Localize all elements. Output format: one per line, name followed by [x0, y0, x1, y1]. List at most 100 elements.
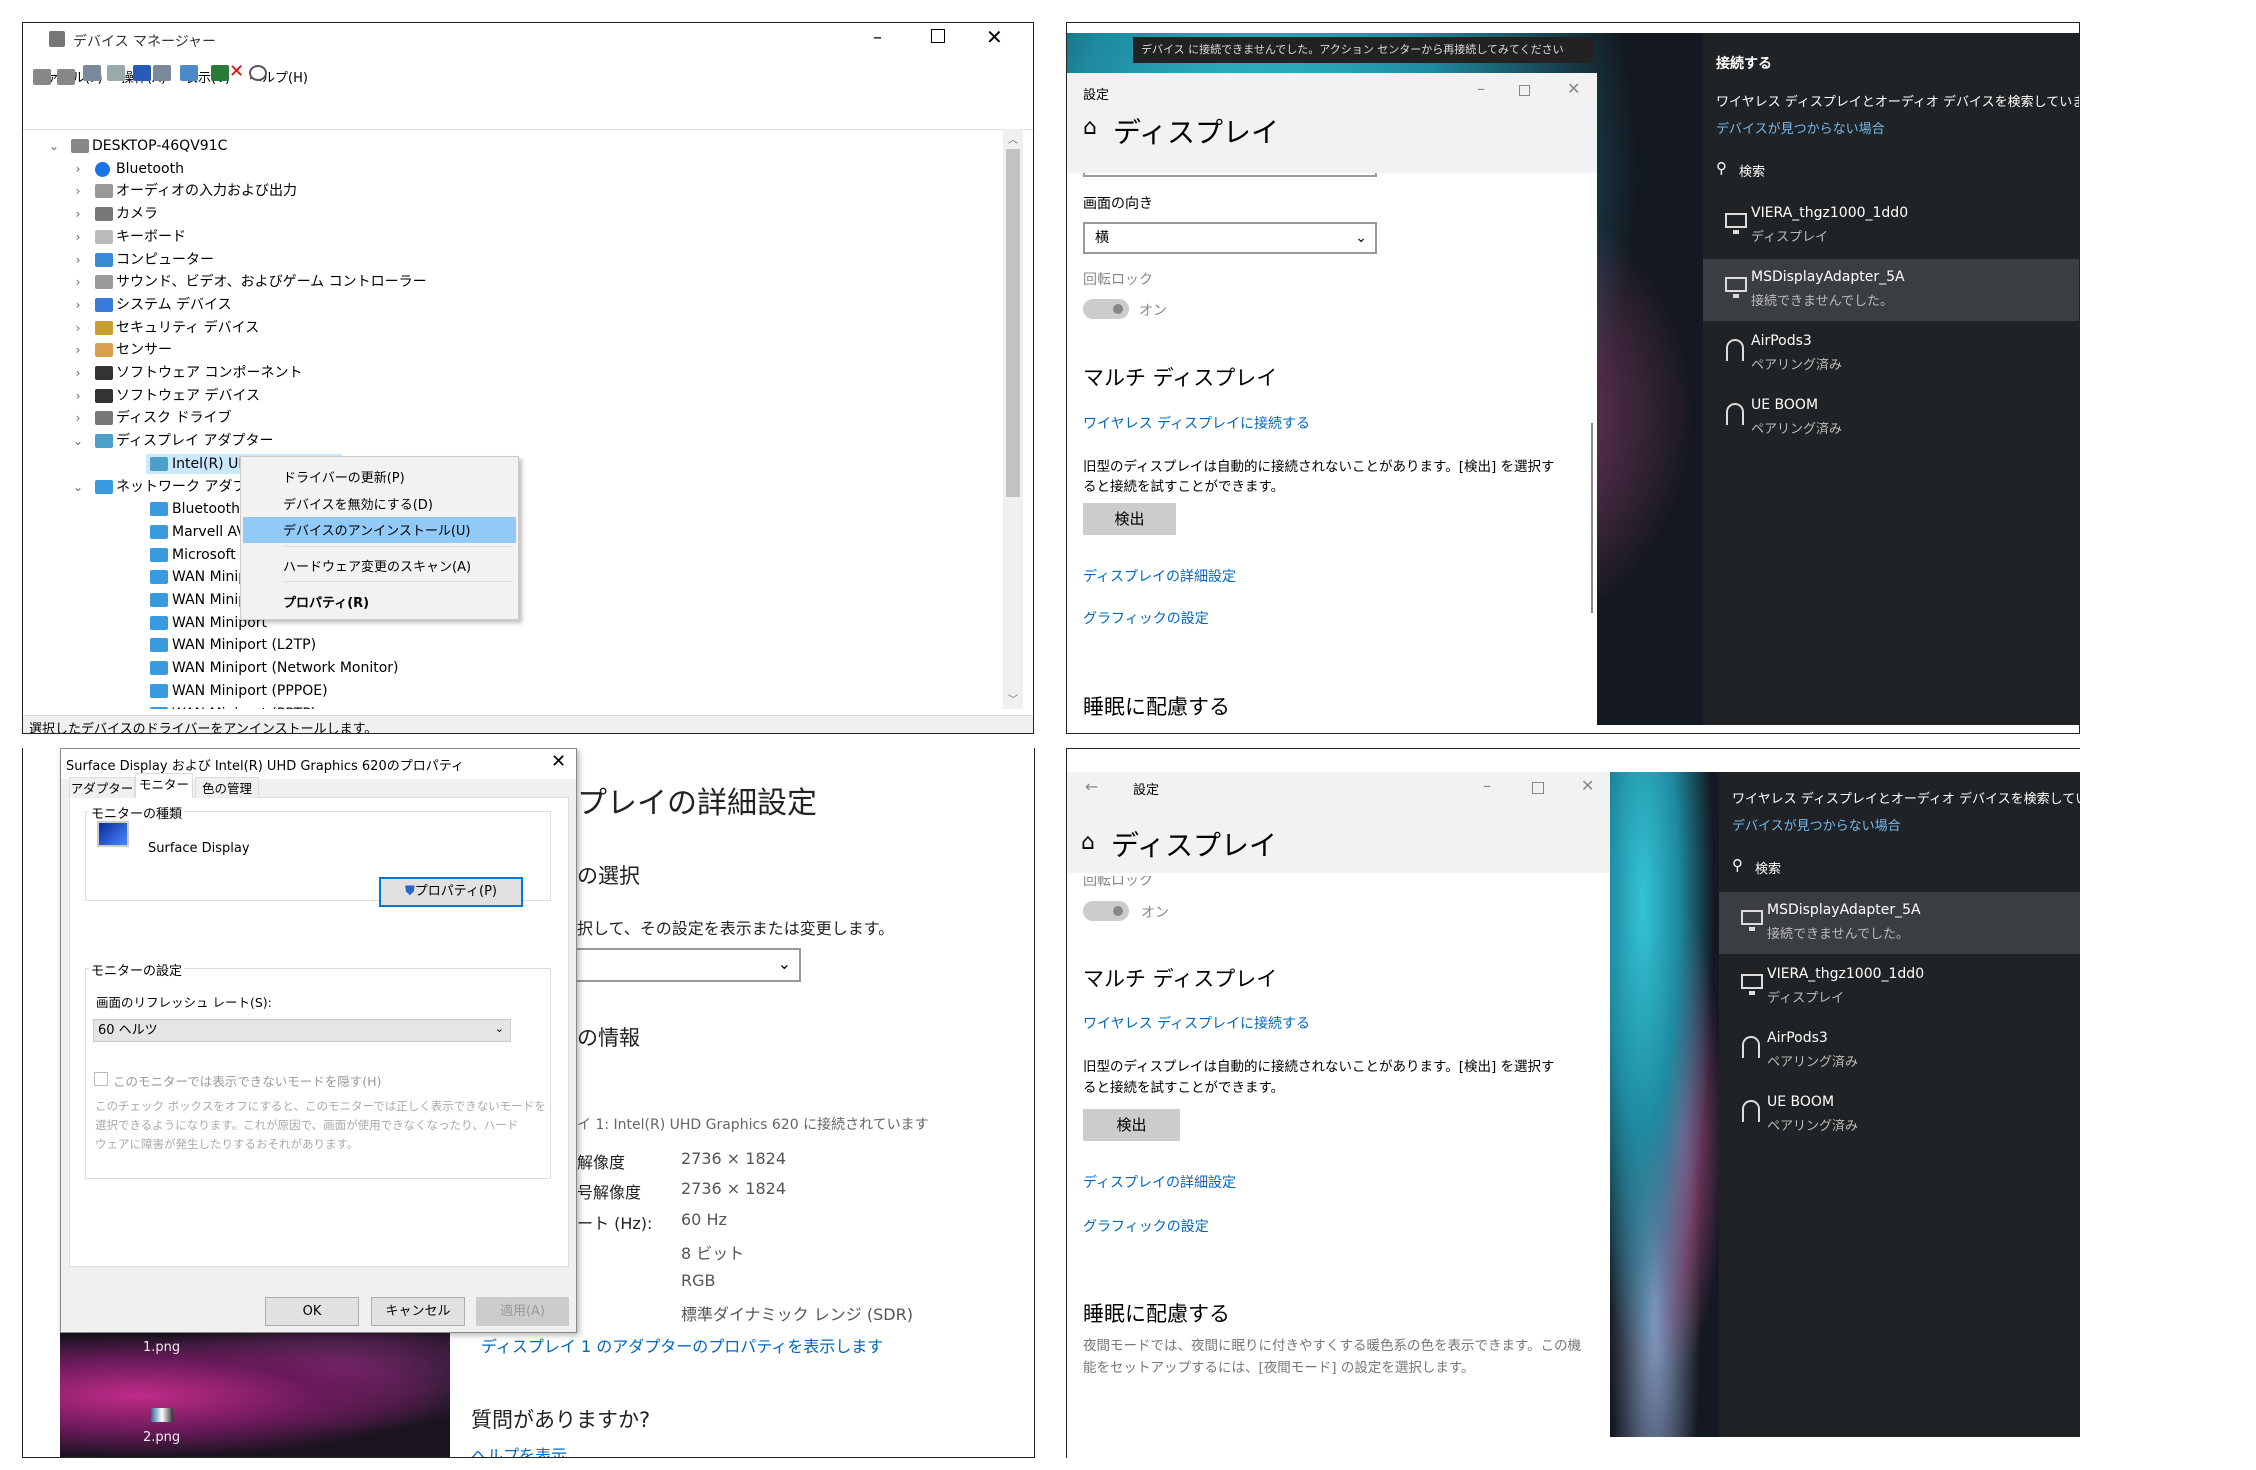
tree-item[interactable]: › キーボード [27, 226, 987, 248]
graphics-settings-link[interactable]: グラフィックの設定 [1083, 1216, 1209, 1236]
detect-button[interactable]: 検出 [1083, 1109, 1180, 1141]
rotation-lock-toggle[interactable] [1083, 299, 1129, 319]
context-menu-item[interactable]: デバイスのアンインストール(U) [283, 520, 471, 539]
minimize-button[interactable]: – [873, 27, 882, 48]
wireless-display-link[interactable]: ワイヤレス ディスプレイに接続する [1083, 1013, 1310, 1033]
chevron-down-icon[interactable]: ⌄ [72, 476, 84, 498]
back-arrow-icon[interactable]: ← [1085, 777, 1098, 796]
minimize-button[interactable]: – [1483, 776, 1491, 795]
chevron-right-icon[interactable]: › [72, 158, 84, 180]
device-item[interactable]: AirPods3 ペアリング済み [1703, 323, 2079, 385]
tree-item[interactable]: ⌄ ディスプレイ アダプター [27, 430, 987, 452]
advanced-display-link[interactable]: ディスプレイの詳細設定 [1083, 1172, 1236, 1192]
minimize-button[interactable]: – [1477, 79, 1485, 98]
tree-item[interactable]: › Bluetooth [27, 158, 987, 180]
update-driver-icon[interactable] [211, 65, 229, 81]
tree-item[interactable]: WAN Miniport (PPPOE) [27, 680, 987, 702]
search-button[interactable]: 検索 [1755, 858, 1781, 877]
view-icon[interactable] [153, 65, 171, 81]
detect-button[interactable]: 検出 [1083, 503, 1176, 535]
close-button[interactable]: ✕ [1567, 79, 1580, 98]
scroll-thumb[interactable] [1006, 149, 1020, 497]
search-icon[interactable]: ⚲ [1732, 856, 1743, 874]
tree-item[interactable]: › システム デバイス [27, 294, 987, 316]
chevron-right-icon[interactable]: › [72, 362, 84, 384]
home-icon[interactable]: ⌂ [1081, 830, 1095, 855]
scroll-up-icon[interactable]: ︿ [1008, 131, 1018, 146]
back-icon[interactable] [33, 69, 51, 85]
chevron-down-icon[interactable]: ⌄ [48, 135, 60, 157]
forward-icon[interactable] [57, 69, 75, 85]
tree-root[interactable]: ⌄ DESKTOP-46QV91C [27, 135, 987, 157]
tree-item[interactable]: WAN Miniport (Network Monitor) [27, 657, 987, 679]
chevron-right-icon[interactable]: › [72, 385, 84, 407]
tree-item[interactable]: › ソフトウェア コンポーネント [27, 362, 987, 384]
apply-button[interactable]: 適用(A) [476, 1297, 569, 1326]
refresh-rate-select[interactable]: 60 ヘルツ ⌄ [93, 1019, 511, 1042]
graphics-settings-link[interactable]: グラフィックの設定 [1083, 608, 1209, 628]
orientation-dropdown[interactable]: 横 ⌄ [1083, 222, 1377, 254]
not-found-link[interactable]: デバイスが見つからない場合 [1716, 118, 1885, 137]
tree-item[interactable]: › センサー [27, 339, 987, 361]
home-icon[interactable]: ⌂ [1083, 115, 1097, 140]
chevron-right-icon[interactable]: › [72, 339, 84, 361]
chevron-right-icon[interactable]: › [72, 317, 84, 339]
device-item[interactable]: UE BOOM ペアリング済み [1719, 1084, 2080, 1146]
properties-icon[interactable] [107, 65, 125, 81]
chevron-right-icon[interactable]: › [72, 407, 84, 429]
chevron-right-icon[interactable]: › [72, 180, 84, 202]
chevron-right-icon[interactable]: › [72, 203, 84, 225]
scrollbar[interactable]: ︿ ﹀ [1003, 129, 1023, 709]
disable-icon[interactable] [249, 65, 267, 81]
chevron-right-icon[interactable]: › [72, 294, 84, 316]
tree-item[interactable]: › ソフトウェア デバイス [27, 385, 987, 407]
tree-item[interactable]: WAN Miniport (L2TP) [27, 634, 987, 656]
notification-toast[interactable]: デバイス に接続できませんでした。アクション センターから再接続してみてください [1133, 37, 1593, 63]
rotation-lock-toggle[interactable] [1083, 901, 1129, 921]
tree-item[interactable]: › オーディオの入力および出力 [27, 180, 987, 202]
tree-item[interactable]: › コンピューター [27, 249, 987, 271]
monitor-properties-button[interactable]: ⛊プロパティ(P) [379, 877, 523, 907]
help-link[interactable]: ヘルプを表示 [471, 1442, 567, 1457]
device-item[interactable]: AirPods3 ペアリング済み [1719, 1020, 2080, 1082]
context-menu-item[interactable]: プロパティ(R) [283, 592, 369, 611]
maximize-button[interactable] [1532, 782, 1544, 794]
show-hide-tree-icon[interactable] [83, 65, 101, 81]
adapter-properties-link[interactable]: ディスプレイ 1 のアダプターのプロパティを表示します [481, 1333, 883, 1357]
context-menu-item[interactable]: ドライバーの更新(P) [283, 467, 405, 486]
display-select-dropdown[interactable]: ⌄ [563, 948, 801, 982]
device-item[interactable]: UE BOOM ペアリング済み [1703, 387, 2079, 449]
tree-item[interactable]: › ディスク ドライブ [27, 407, 987, 429]
chevron-right-icon[interactable]: › [72, 249, 84, 271]
device-item[interactable]: MSDisplayAdapter_5A 接続できませんでした。 [1719, 892, 2080, 954]
scrollbar[interactable] [1591, 423, 1593, 613]
tree-item[interactable]: › セキュリティ デバイス [27, 317, 987, 339]
chevron-right-icon[interactable]: › [72, 226, 84, 248]
ok-button[interactable]: OK [265, 1297, 359, 1326]
monitor-scan-icon[interactable] [180, 65, 198, 81]
image-file-icon[interactable] [151, 1408, 173, 1422]
maximize-button[interactable] [931, 29, 945, 43]
help-icon[interactable] [133, 65, 151, 81]
tree-item[interactable]: › カメラ [27, 203, 987, 225]
close-button[interactable]: ✕ [1581, 776, 1594, 795]
not-found-link[interactable]: デバイスが見つからない場合 [1732, 815, 1901, 834]
chevron-right-icon[interactable]: › [72, 271, 84, 293]
search-icon[interactable]: ⚲ [1716, 159, 1727, 177]
tab-adapter[interactable]: アダプター [69, 777, 135, 798]
wireless-display-link[interactable]: ワイヤレス ディスプレイに接続する [1083, 413, 1310, 433]
context-menu-item[interactable]: デバイスを無効にする(D) [283, 494, 433, 513]
tree-item[interactable]: WAN Miniport (PPTP) [27, 703, 987, 709]
tab-color-management[interactable]: 色の管理 [195, 777, 259, 798]
cancel-button[interactable]: キャンセル [371, 1297, 465, 1326]
desktop-icon-1[interactable]: 1.png [143, 1340, 180, 1355]
close-button[interactable]: ✕ [986, 25, 1003, 49]
advanced-display-link[interactable]: ディスプレイの詳細設定 [1083, 566, 1236, 586]
device-item[interactable]: VIERA_thgz1000_1dd0 ディスプレイ [1719, 956, 2080, 1018]
scroll-down-icon[interactable]: ﹀ [1008, 691, 1018, 706]
hide-modes-checkbox[interactable] [94, 1072, 108, 1086]
chevron-down-icon[interactable]: ⌄ [72, 430, 84, 452]
search-button[interactable]: 検索 [1739, 161, 1765, 180]
device-item[interactable]: MSDisplayAdapter_5A 接続できませんでした。 [1703, 259, 2079, 321]
context-menu-item[interactable]: ハードウェア変更のスキャン(A) [283, 556, 471, 575]
